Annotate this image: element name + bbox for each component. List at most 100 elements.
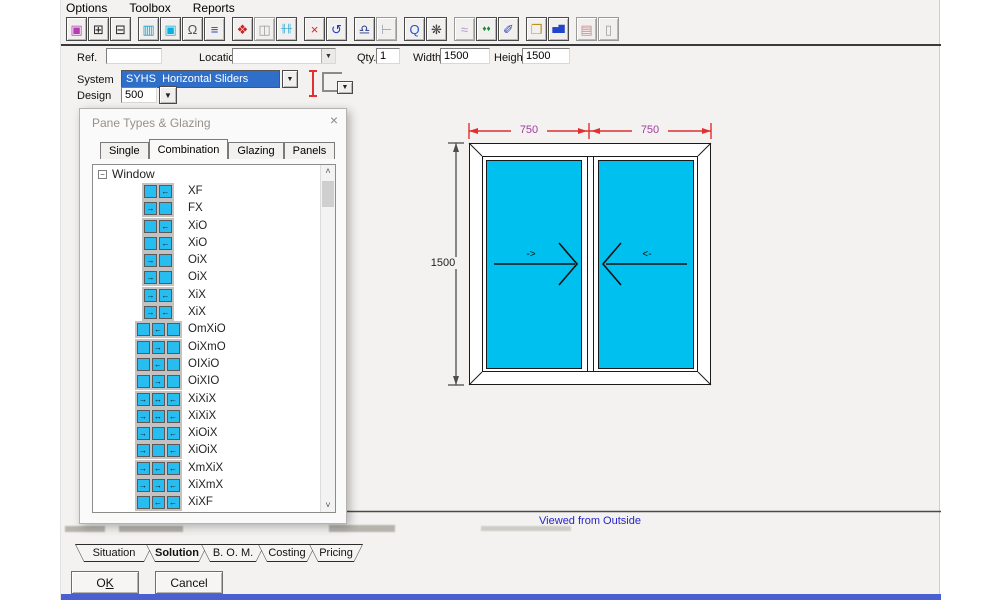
list-item[interactable]: →↔←XiXiX: [93, 408, 320, 425]
tab-single[interactable]: Single: [100, 142, 149, 159]
bottom-tab-label: Pricing: [319, 547, 353, 559]
tab-glazing[interactable]: Glazing: [228, 142, 283, 159]
pane-square-slider: →: [144, 306, 157, 319]
pane-types-glazing-dialog: Pane Types & Glazing × SingleCombination…: [79, 108, 347, 524]
list-item[interactable]: ← XiO: [93, 218, 320, 235]
pane-square-fixed: [137, 496, 150, 509]
pane-square-fixed: [152, 427, 165, 440]
pane-square-slider: →: [144, 202, 157, 215]
list-item-label: XiX: [188, 306, 206, 318]
pane-square-fixed: [159, 202, 172, 215]
list-item[interactable]: →←XiOiX: [93, 425, 320, 442]
scroll-up-icon[interactable]: ˄: [321, 165, 335, 178]
list-item[interactable]: →←XiX: [93, 287, 320, 304]
cancel-button[interactable]: Cancel: [155, 571, 223, 594]
pane-square-slider: →: [152, 341, 165, 354]
pane-square-slider: ←: [152, 462, 165, 475]
list-item-label: XiXF: [188, 496, 213, 508]
list-item[interactable]: ←XF: [93, 183, 320, 200]
list-item[interactable]: →←←XmXiX: [93, 460, 320, 477]
pane-config-icon: →: [130, 339, 186, 356]
tab-solution[interactable]: Solution: [146, 544, 208, 562]
cancel-label: Cancel: [170, 576, 207, 590]
collapse-icon[interactable]: −: [98, 170, 107, 179]
pane-square-fixed: [159, 271, 172, 284]
pane-square-slider: →: [144, 271, 157, 284]
list-item[interactable]: →←XiOiX: [93, 442, 320, 459]
pane-square-fixed: [137, 323, 150, 336]
pane-config-icon: →←: [130, 287, 186, 304]
scrollbar[interactable]: ˄ ˅: [320, 165, 335, 512]
pane-square-slider: ←: [159, 220, 172, 233]
list-item[interactable]: ← OmXiO: [93, 321, 320, 338]
close-icon[interactable]: ×: [330, 113, 338, 127]
list-item[interactable]: →→←XiXmX: [93, 477, 320, 494]
list-item[interactable]: ←OIXiO: [93, 356, 320, 373]
list-item-label: XiXiX: [188, 410, 216, 422]
list-item-label: FX: [188, 202, 203, 214]
tab-pricing[interactable]: Pricing: [309, 544, 363, 562]
list-item-label: OiXIO: [188, 375, 219, 387]
pane-square-fixed: [144, 185, 157, 198]
list-item-label: XiXiX: [188, 393, 216, 405]
list-item-label: OiX: [188, 254, 207, 266]
pane-square-fixed: [152, 444, 165, 457]
pane-square-slider: ←: [152, 358, 165, 371]
pane-config-icon: ←: [130, 356, 186, 373]
tab-bom[interactable]: B. O. M.: [201, 544, 265, 562]
pane-square-slider: ↔: [152, 393, 165, 406]
list-item-label: XiO: [188, 237, 207, 249]
list-item-label: XiO: [188, 220, 207, 232]
list-item-label: OiX: [188, 271, 207, 283]
pane-square-slider: ←: [152, 496, 165, 509]
app-window: OptionsToolboxReports ▣⊞⊟▥▣Ω≡❖◫╫╫×↺♎⊢Q❋≈…: [60, 0, 940, 600]
pane-square-fixed: [159, 254, 172, 267]
tab-costing[interactable]: Costing: [258, 544, 316, 562]
pane-config-icon: →: [130, 269, 186, 286]
pane-square-slider: ←: [167, 410, 180, 423]
list-item-label: XiX: [188, 289, 206, 301]
tree-node-window[interactable]: − Window: [93, 165, 320, 183]
pane-square-slider: ←: [167, 393, 180, 406]
pane-square-slider: ←: [167, 444, 180, 457]
pane-square-fixed: [167, 375, 180, 388]
pane-square-slider: ←: [159, 237, 172, 250]
tab-combination[interactable]: Combination: [149, 139, 229, 159]
list-item[interactable]: ←←XiXF: [93, 494, 320, 511]
tab-situation[interactable]: Situation: [75, 544, 153, 562]
viewed-from-outside-caption: Viewed from Outside: [469, 515, 711, 527]
scrollbar-thumb[interactable]: [322, 181, 334, 207]
pane-config-icon: →↔←: [130, 408, 186, 425]
list-item[interactable]: ← XiO: [93, 235, 320, 252]
pane-square-fixed: [137, 358, 150, 371]
bottom-tab-face: B. O. M.: [202, 545, 264, 561]
list-item-label: XiXmX: [188, 479, 223, 491]
ok-mnemonic: K: [106, 576, 114, 590]
ok-button[interactable]: OK: [71, 571, 139, 594]
pane-square-fixed: [167, 358, 180, 371]
list-item-label: OmXiO: [188, 323, 226, 335]
pane-square-fixed: [137, 375, 150, 388]
list-item[interactable]: →↔←XiXiX: [93, 391, 320, 408]
obscured-text-fragment: [119, 526, 183, 532]
dialog-tab-strip: SingleCombinationGlazingPanels: [100, 139, 335, 159]
list-item[interactable]: → OiX: [93, 269, 320, 286]
list-item[interactable]: →OiX: [93, 252, 320, 269]
pane-square-slider: ←: [167, 479, 180, 492]
bottom-tab-face: Solution: [147, 545, 207, 561]
list-item[interactable]: →OiXmO: [93, 339, 320, 356]
pane-square-slider: ←: [159, 185, 172, 198]
bottom-tab-bar: SituationSolutionB. O. M.CostingPricing: [75, 544, 363, 562]
pane-list-content: − Window ←XF→FX←XiO←XiO→OiX→OiX→←XiX→←Xi…: [93, 165, 320, 512]
pane-square-slider: →: [152, 375, 165, 388]
bottom-accent-strip: [61, 594, 941, 600]
pane-config-icon: →: [130, 200, 186, 217]
pane-square-slider: ←: [159, 289, 172, 302]
list-item[interactable]: →←XiX: [93, 304, 320, 321]
tab-panels[interactable]: Panels: [284, 142, 336, 159]
list-item[interactable]: → FX: [93, 200, 320, 217]
pane-square-slider: ←: [152, 323, 165, 336]
scroll-down-icon[interactable]: ˅: [321, 499, 335, 512]
list-item[interactable]: → OiXIO: [93, 373, 320, 390]
list-item-label: XmXiX: [188, 462, 223, 474]
